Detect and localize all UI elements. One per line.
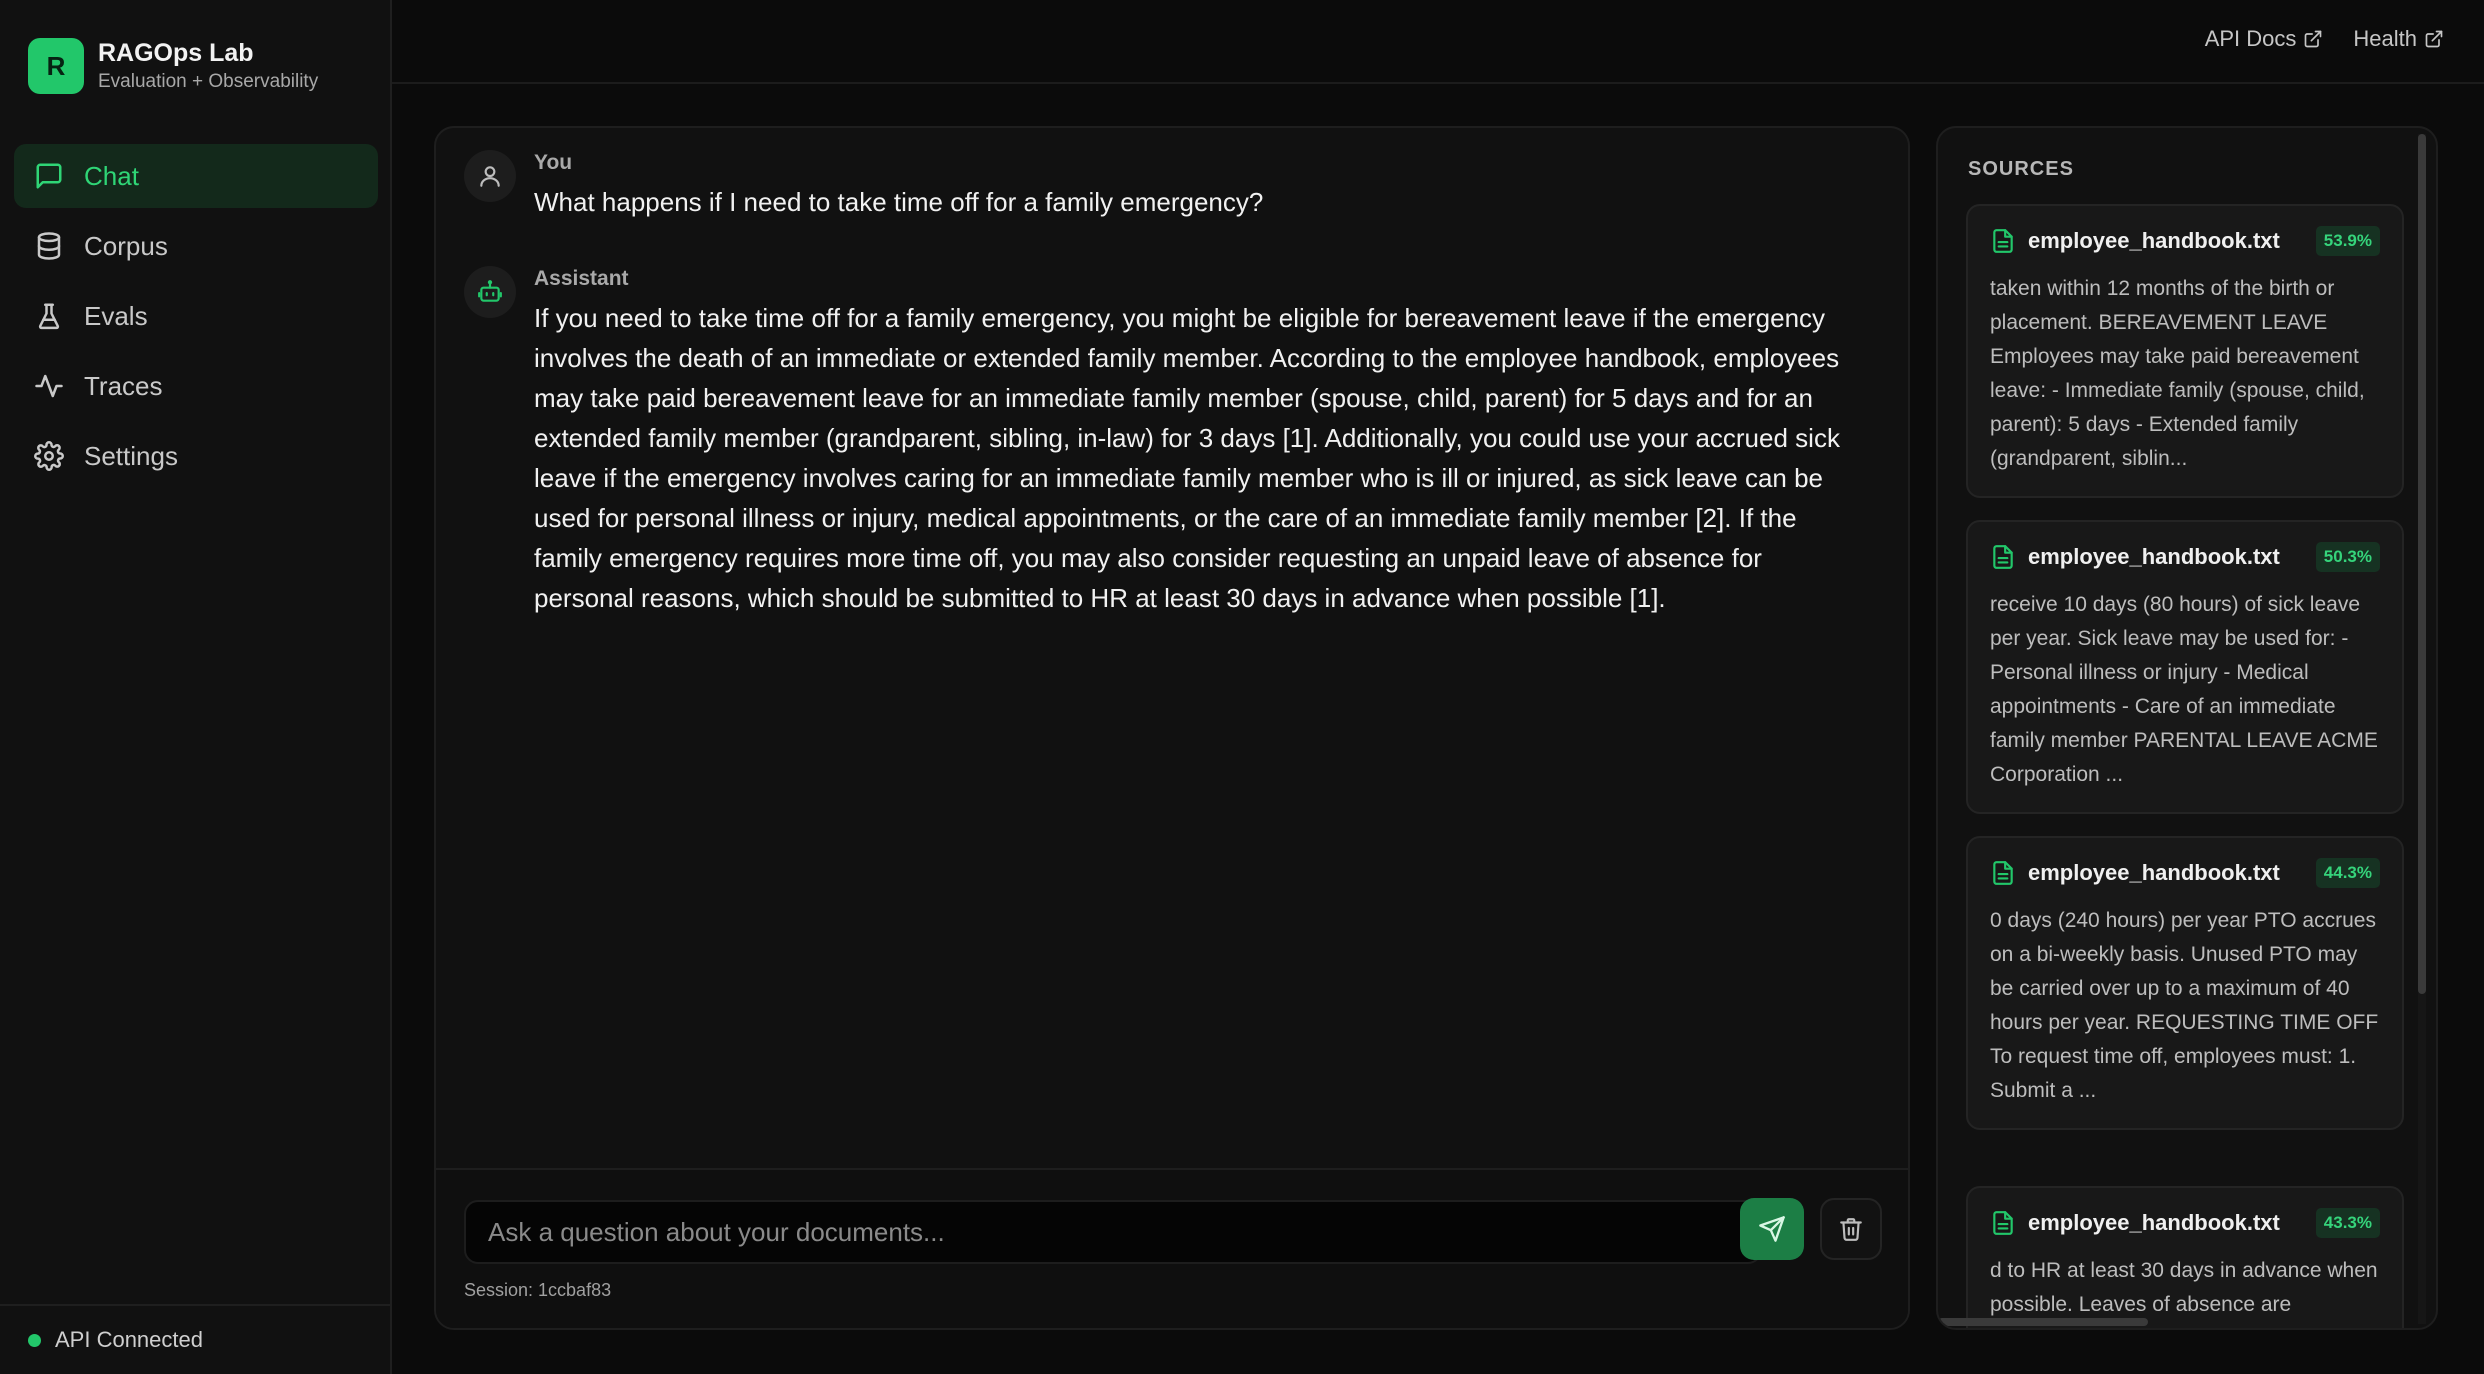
top-bar: API Docs Health [392,0,2484,84]
send-button[interactable] [1740,1198,1804,1260]
sidebar: R RAGOps Lab Evaluation + Observability … [0,0,392,1374]
sources-scrollbar-thumb[interactable] [2418,134,2426,994]
brand-subtitle: Evaluation + Observability [98,71,319,92]
sources-title: SOURCES [1968,158,2074,180]
clear-chat-button[interactable] [1820,1198,1882,1260]
source-score-badge: 43.3% [2315,1208,2380,1238]
message-assistant: Assistant If you need to take time off f… [464,266,1864,618]
external-link-icon [2425,30,2443,48]
sidebar-item-settings[interactable]: Settings [14,424,378,488]
sidebar-item-label: Settings [84,440,178,471]
sidebar-item-label: Traces [84,370,163,401]
chat-panel: You What happens if I need to take time … [434,126,1910,1330]
api-docs-link[interactable]: API Docs [2205,26,2324,52]
sidebar-item-corpus[interactable]: Corpus [14,214,378,278]
message-role: You [534,151,573,174]
question-input[interactable] [464,1200,1762,1264]
trash-icon [1840,1218,1862,1241]
file-text-icon [1993,229,2013,253]
message-text: What happens if I need to take time off … [534,187,1264,217]
file-text-icon [1993,1211,2013,1235]
gear-icon [34,441,64,471]
api-docs-label: API Docs [2204,26,2297,51]
status-dot-icon [28,1333,41,1347]
brand-title: RAGOps Lab [98,39,254,67]
health-label: Health [2353,26,2417,51]
send-icon [1759,1216,1785,1242]
source-score-badge: 50.3% [2315,542,2380,572]
source-card[interactable]: employee_handbook.txt 44.3% 0 days (240 … [1966,836,2404,1130]
file-text-icon [1993,861,2013,885]
sidebar-item-traces[interactable]: Traces [14,354,378,418]
brand-logo: R [28,38,84,94]
database-icon [37,232,61,260]
source-snippet: receive 10 days (80 hours) of sick leave… [1990,593,2378,786]
source-name: employee_handbook.txt [2028,228,2280,253]
sidebar-item-label: Evals [84,300,148,331]
source-card[interactable]: employee_handbook.txt 50.3% receive 10 d… [1966,520,2404,814]
sources-panel: SOURCES employee_handbook.txt 53.9% take… [1936,126,2438,1330]
user-icon [480,166,500,187]
source-snippet: d to HR at least 30 days in advance when… [1990,1259,2378,1316]
source-name: employee_handbook.txt [2028,860,2280,885]
source-snippet: taken within 12 months of the birth or p… [1990,277,2365,470]
chat-icon [36,163,62,189]
api-status-label: API Connected [55,1327,203,1352]
api-status: API Connected [0,1304,392,1374]
assistant-avatar [464,266,516,318]
source-score-badge: 44.3% [2315,858,2380,888]
sidebar-item-label: Corpus [84,230,168,261]
sidebar-item-chat[interactable]: Chat [14,144,378,208]
sidebar-nav: Chat Corpus Evals Traces Settings [14,144,378,494]
message-user: You What happens if I need to take time … [464,150,1884,222]
bot-icon [478,280,502,302]
user-avatar [464,150,516,202]
sidebar-item-label: Chat [84,160,139,191]
message-text: If you need to take time off for a famil… [534,303,1840,613]
flask-icon [38,303,60,330]
source-name: employee_handbook.txt [2028,1210,2280,1235]
source-card[interactable]: employee_handbook.txt 53.9% taken within… [1966,204,2404,498]
session-id: Session: 1ccbaf83 [464,1280,612,1300]
sidebar-item-evals[interactable]: Evals [14,284,378,348]
activity-icon [35,374,63,398]
file-text-icon [1993,545,2013,569]
external-link-icon [2305,30,2322,48]
source-score-badge: 53.9% [2315,226,2380,256]
source-name: employee_handbook.txt [2028,544,2280,569]
health-link[interactable]: Health [2353,26,2444,52]
brand[interactable]: R RAGOps Lab Evaluation + Observability [28,38,318,94]
message-role: Assistant [534,267,629,290]
source-card[interactable]: employee_handbook.txt 43.3% d to HR at l… [1966,1186,2404,1328]
source-snippet: 0 days (240 hours) per year PTO accrues … [1990,909,2379,1102]
sources-horizontal-scrollbar[interactable] [1938,1318,2148,1326]
composer: Session: 1ccbaf83 [436,1168,1908,1328]
